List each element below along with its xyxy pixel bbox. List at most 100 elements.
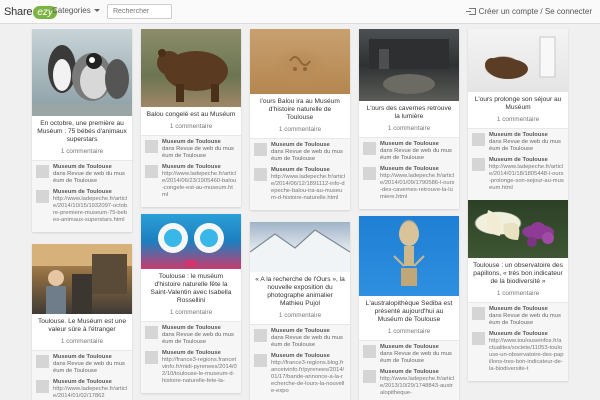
pin-image-butterfly[interactable] xyxy=(468,200,568,258)
shareezy-logo[interactable]: Share ezy xyxy=(4,3,57,21)
search-input[interactable] xyxy=(107,4,172,19)
pin-title[interactable]: Balou congelé est au Muséum xyxy=(141,107,241,121)
avatar[interactable] xyxy=(363,345,376,358)
comment-count[interactable]: 1 commentaire xyxy=(32,336,132,350)
avatar[interactable] xyxy=(145,351,158,364)
comment-link[interactable]: http://www.ladepeche.fr/article/2014/01/… xyxy=(53,386,128,400)
pin-image-snow[interactable] xyxy=(250,222,350,272)
comment-count[interactable]: 1 commentaire xyxy=(250,310,350,324)
pin-card[interactable]: l'ours Balou ira au Muséum d'histoire na… xyxy=(250,29,350,210)
avatar[interactable] xyxy=(254,329,267,342)
pin-image-sand[interactable] xyxy=(250,29,350,94)
comment-count[interactable]: 1 commentaire xyxy=(141,121,241,135)
avatar[interactable] xyxy=(472,133,485,146)
avatar[interactable] xyxy=(363,142,376,155)
comment-author[interactable]: Museum de Toulouse xyxy=(162,139,237,146)
comment-link[interactable]: http://france3-regions.francetvinfo.fr/m… xyxy=(162,357,237,385)
comment-author[interactable]: Museum de Toulouse xyxy=(162,325,237,332)
pin-card[interactable]: En octobre, une première au Muséum : 75 … xyxy=(32,29,132,232)
comment-count[interactable]: 1 commentaire xyxy=(141,307,241,321)
comment-link[interactable]: http://www.ladepeche.fr/article/2014/01/… xyxy=(489,164,564,192)
comment-author[interactable]: Museum de Toulouse xyxy=(489,331,564,338)
pin-image-museum-visitor[interactable] xyxy=(32,244,132,314)
mountain-illustration xyxy=(250,229,350,272)
avatar[interactable] xyxy=(145,165,158,178)
comment-count[interactable]: 1 commentaire xyxy=(250,124,350,138)
comment-author[interactable]: Museum de Toulouse xyxy=(489,132,564,139)
comment-author[interactable]: Museum de Toulouse xyxy=(271,353,346,360)
comment-link[interactable]: http://france3-regions.blog.francetvinfo… xyxy=(271,360,346,395)
account-link[interactable]: Créer un compte / Se connecter xyxy=(465,7,592,16)
avatar[interactable] xyxy=(36,190,49,203)
comment-author[interactable]: Museum de Toulouse xyxy=(380,344,455,351)
comment-author[interactable]: Museum de Toulouse xyxy=(380,166,455,173)
pin-title[interactable]: Toulouse : le muséum d'histoire naturell… xyxy=(141,269,241,307)
comment-author[interactable]: Museum de Toulouse xyxy=(489,306,564,313)
comment-author[interactable]: Museum de Toulouse xyxy=(271,142,346,149)
pin-title[interactable]: l'ours Balou ira au Muséum d'histoire na… xyxy=(250,94,350,124)
comment-link[interactable]: http://www.ladepeche.fr/article/2014/06/… xyxy=(162,171,237,199)
pin-card[interactable]: « A la recherche de l'Ours », la nouvell… xyxy=(250,222,350,400)
avatar[interactable] xyxy=(472,307,485,320)
pin-card[interactable]: Toulouse : un observatoire des papillons… xyxy=(468,200,568,381)
pin-image-glasses[interactable] xyxy=(141,214,241,269)
comment-link[interactable]: http://www.ladepeche.fr/article/2013/10/… xyxy=(380,376,455,397)
pin-comments: Museum de Toulouse dans Revue de web du … xyxy=(359,340,459,400)
comment-author[interactable]: Museum de Toulouse xyxy=(489,157,564,164)
comment-link[interactable]: http://www.toulouseinfos.fr/actualites/s… xyxy=(489,338,564,373)
avatar[interactable] xyxy=(36,355,49,368)
pin-title[interactable]: « A la recherche de l'Ours », la nouvell… xyxy=(250,272,350,310)
comment-author[interactable]: Museum de Toulouse xyxy=(162,164,237,171)
avatar[interactable] xyxy=(36,380,49,393)
pin-card[interactable]: Balou congelé est au Muséum 1 commentair… xyxy=(141,29,241,207)
pin-title[interactable]: Toulouse : un observatoire des papillons… xyxy=(468,258,568,288)
pin-title[interactable]: L'ours prolonge son séjour au Muséum xyxy=(468,92,568,114)
pin-image-bear-exhibit[interactable] xyxy=(468,29,568,92)
avatar[interactable] xyxy=(254,143,267,156)
comment-author[interactable]: Museum de Toulouse xyxy=(271,328,346,335)
pin-image-cave-bear[interactable] xyxy=(359,29,459,101)
avatar[interactable] xyxy=(254,354,267,367)
comment-author[interactable]: Museum de Toulouse xyxy=(380,141,455,148)
avatar[interactable] xyxy=(472,332,485,345)
pin-image-bear[interactable] xyxy=(141,29,241,107)
comment-link[interactable]: http://www.ladepeche.fr/article/2014/06/… xyxy=(271,174,346,202)
comment-count[interactable]: 1 commentaire xyxy=(32,146,132,160)
comment-author[interactable]: Museum de Toulouse xyxy=(162,350,237,357)
avatar[interactable] xyxy=(254,168,267,181)
pin-card[interactable]: Toulouse : le muséum d'histoire naturell… xyxy=(141,214,241,393)
logo-text: Share xyxy=(4,6,33,18)
pin-title[interactable]: Toulouse. Le Muséum est une valeur sûre … xyxy=(32,314,132,336)
comment-text: dans Revue de web du muséum de Toulouse xyxy=(53,171,125,184)
avatar[interactable] xyxy=(36,165,49,178)
comment-text: dans Revue de web du muséum de Toulouse xyxy=(489,313,561,326)
pin-title[interactable]: L'ours des cavernes retrouve la lumière xyxy=(359,101,459,123)
avatar[interactable] xyxy=(145,326,158,339)
comment-author[interactable]: Museum de Toulouse xyxy=(53,354,128,361)
comment-count[interactable]: 1 commentaire xyxy=(359,123,459,137)
pin-image-skeleton[interactable] xyxy=(359,216,459,296)
comment-count[interactable]: 1 commentaire xyxy=(468,288,568,302)
comment-link[interactable]: http://www.ladepeche.fr/article/2014/01/… xyxy=(380,173,455,201)
pin-comments: Museum de Toulouse dans Revue de web du … xyxy=(468,128,568,200)
comment-author[interactable]: Museum de Toulouse xyxy=(53,379,128,386)
comment-link[interactable]: http://www.ladepeche.fr/article/2014/10/… xyxy=(53,196,128,224)
comment-author[interactable]: Museum de Toulouse xyxy=(53,164,128,171)
categories-dropdown[interactable]: Categories xyxy=(52,6,100,15)
avatar[interactable] xyxy=(363,167,376,180)
pin-card[interactable]: L'ours prolonge son séjour au Muséum 1 c… xyxy=(468,29,568,200)
comment-author[interactable]: Museum de Toulouse xyxy=(53,189,128,196)
comment-author[interactable]: Museum de Toulouse xyxy=(380,369,455,376)
pin-title[interactable]: En octobre, une première au Muséum : 75 … xyxy=(32,116,132,146)
pin-card[interactable]: Toulouse. Le Muséum est une valeur sûre … xyxy=(32,244,132,400)
pin-image-penguins[interactable] xyxy=(32,29,132,116)
comment-count[interactable]: 1 commentaire xyxy=(359,326,459,340)
pin-title[interactable]: L'australopithèque Sediba est présenté a… xyxy=(359,296,459,326)
comment-count[interactable]: 1 commentaire xyxy=(468,114,568,128)
avatar[interactable] xyxy=(363,370,376,383)
pin-card[interactable]: L'ours des cavernes retrouve la lumière … xyxy=(359,29,459,209)
comment-author[interactable]: Museum de Toulouse xyxy=(271,167,346,174)
avatar[interactable] xyxy=(145,140,158,153)
pin-card[interactable]: L'australopithèque Sediba est présenté a… xyxy=(359,216,459,400)
avatar[interactable] xyxy=(472,158,485,171)
